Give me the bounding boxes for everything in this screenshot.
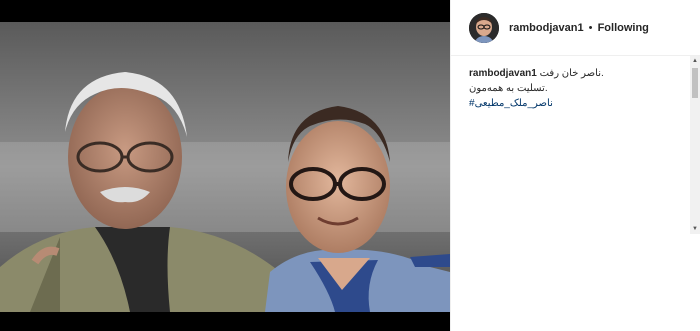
photo-illustration [0, 22, 450, 312]
scroll-down-arrow-icon[interactable]: ▼ [690, 224, 700, 234]
hashtag-link[interactable]: #ناصر_ملک_مطیعی [469, 98, 553, 109]
post-sidebar: rambodjavan1 • Following rambodjavan1 نا… [450, 0, 700, 331]
post-photo[interactable] [0, 22, 450, 312]
avatar[interactable] [469, 12, 499, 43]
caption-username-link[interactable]: rambodjavan1 [469, 68, 537, 79]
scroll-up-arrow-icon[interactable]: ▲ [690, 56, 700, 66]
separator-dot: • [588, 21, 593, 34]
comments-scrollbar[interactable]: ▲ ▼ [690, 56, 700, 234]
caption-first-line: rambodjavan1 ناصر خان رفت. [469, 66, 691, 81]
username-link[interactable]: rambodjavan1 [509, 22, 584, 34]
instagram-post: rambodjavan1 • Following rambodjavan1 نا… [0, 0, 700, 331]
scrollbar-thumb[interactable] [692, 68, 698, 98]
caption-text-line1: ناصر خان رفت. [539, 68, 604, 79]
avatar-image [469, 12, 499, 43]
header-text: rambodjavan1 • Following [509, 22, 649, 34]
media-column [0, 0, 450, 331]
caption: rambodjavan1 ناصر خان رفت. تسلیت به همه‌… [469, 66, 691, 111]
post-header: rambodjavan1 • Following [451, 0, 700, 56]
following-button[interactable]: Following [598, 22, 649, 34]
caption-text-line2: تسلیت به همه‌مون. [469, 83, 548, 94]
